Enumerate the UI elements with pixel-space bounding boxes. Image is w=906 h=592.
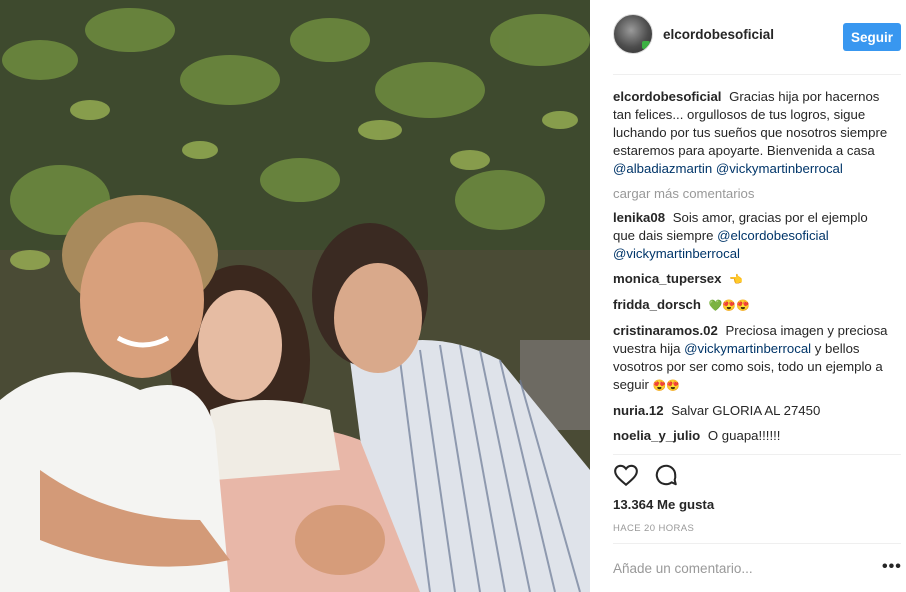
comment-author[interactable]: nuria.12 (613, 403, 664, 418)
comment-item: lenika08 Sois amor, gracias por el ejemp… (613, 209, 889, 263)
post-photo[interactable] (0, 0, 590, 592)
comment-author[interactable]: noelia_y_julio (613, 428, 700, 443)
ellipsis-icon[interactable]: ••• (882, 559, 902, 575)
caption: elcordobesoficial Gracias hija por hacer… (613, 88, 889, 178)
comment-item: fridda_dorsch 💚😍😍 (613, 296, 889, 315)
caption-mention-1[interactable]: @albadiazmartin (613, 161, 712, 176)
post-actions (613, 462, 903, 492)
heart-outline-icon[interactable] (613, 462, 639, 488)
like-count[interactable]: 13.364 Me gusta (613, 497, 714, 512)
follow-button[interactable]: Seguir (843, 23, 901, 51)
speech-bubble-icon[interactable] (653, 462, 679, 488)
heart-eyes-emoji-icon: 😍😍 (652, 380, 680, 392)
header-username[interactable]: elcordobesoficial (663, 27, 774, 42)
caption-mention-2[interactable]: @vickymartinberrocal (716, 161, 843, 176)
comment-text: O guapa!!!!!! (707, 428, 781, 443)
comment-item: nuria.12 Salvar GLORIA AL 27450 (613, 402, 889, 420)
comment-divider (613, 543, 901, 544)
avatar-badge-icon (642, 41, 650, 49)
load-more-comments[interactable]: cargar más comentarios (613, 185, 889, 203)
avatar[interactable] (613, 14, 653, 54)
comment-mention[interactable]: @elcordobesoficial (717, 228, 829, 243)
header-divider (613, 74, 901, 75)
comments-list[interactable]: elcordobesoficial Gracias hija por hacer… (613, 88, 889, 452)
heart-eyes-emoji-icon: 💚😍😍 (708, 300, 750, 312)
post-header: elcordobesoficial Seguir (613, 14, 903, 60)
post-side-panel: elcordobesoficial Seguir elcordobesofici… (597, 0, 906, 592)
comment-item: cristinaramos.02 Preciosa imagen y preci… (613, 322, 889, 395)
comment-author[interactable]: lenika08 (613, 210, 665, 225)
comment-author[interactable]: monica_tupersex (613, 271, 721, 286)
comment-text: Salvar GLORIA AL 27450 (671, 403, 821, 418)
post-timestamp: HACE 20 HORAS (613, 523, 695, 534)
comment-mention[interactable]: @vickymartinberrocal (684, 341, 811, 356)
actions-divider (613, 454, 901, 455)
comment-mention[interactable]: @vickymartinberrocal (613, 246, 740, 261)
photo-illustration (0, 0, 590, 592)
comment-item: noelia_y_julio O guapa!!!!!! (613, 427, 889, 445)
pointing-hand-emoji-icon: 👈 (729, 274, 743, 286)
comment-author[interactable]: fridda_dorsch (613, 297, 701, 312)
caption-author[interactable]: elcordobesoficial (613, 89, 721, 104)
comment-author[interactable]: cristinaramos.02 (613, 323, 718, 338)
add-comment-input[interactable] (613, 561, 843, 576)
comment-item: monica_tupersex 👈 (613, 270, 889, 289)
